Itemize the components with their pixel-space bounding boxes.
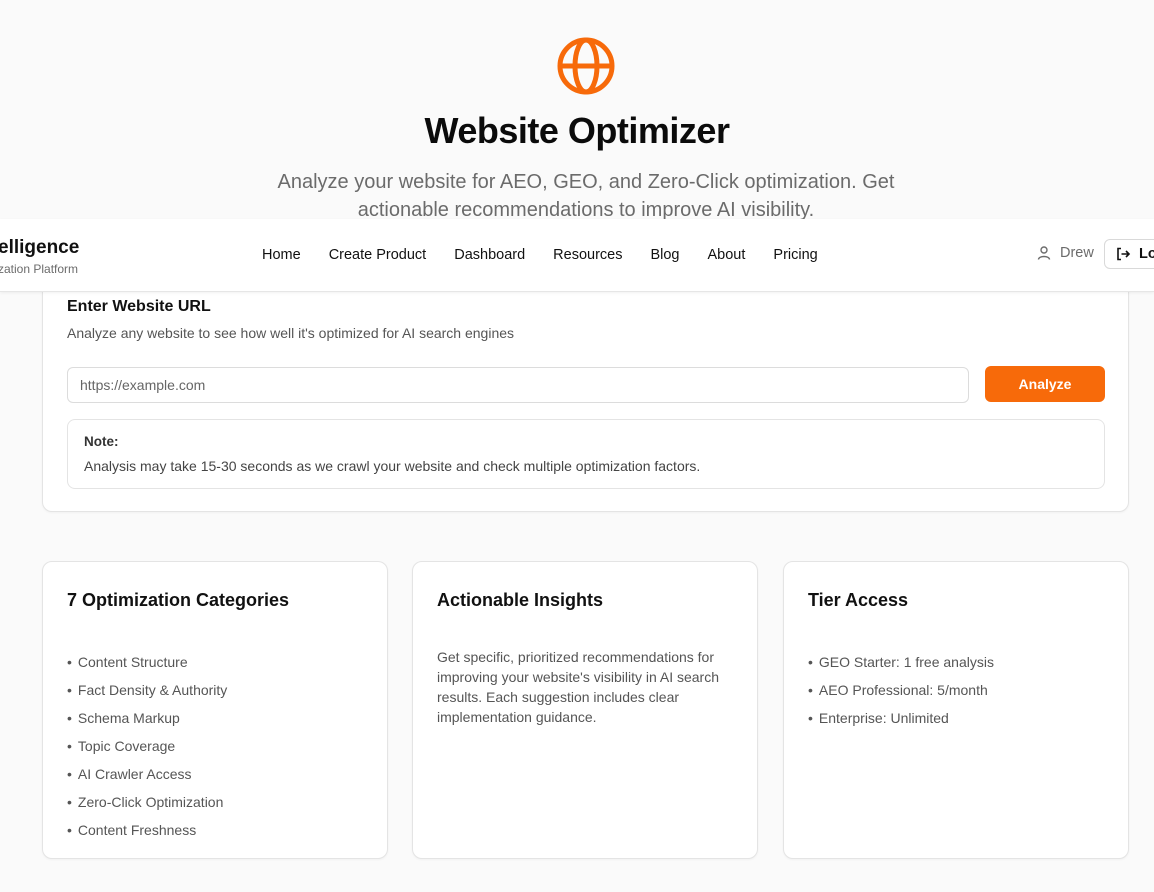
nav-link-home[interactable]: Home bbox=[262, 247, 301, 263]
note-text: Analysis may take 15-30 seconds as we cr… bbox=[84, 458, 701, 474]
categories-card: 7 Optimization Categories Content Struct… bbox=[42, 561, 388, 859]
hero-section: Website Optimizer Analyze your website f… bbox=[0, 0, 1154, 230]
brand-subtitle: zation Platform bbox=[0, 262, 79, 276]
list-item: AI Crawler Access bbox=[67, 760, 227, 788]
top-navbar: elligence zation Platform Home Create Pr… bbox=[0, 219, 1154, 292]
list-item: Fact Density & Authority bbox=[67, 676, 227, 704]
page-title: Website Optimizer bbox=[424, 110, 730, 151]
nav-link-create-product[interactable]: Create Product bbox=[329, 247, 427, 263]
list-item: Enterprise: Unlimited bbox=[808, 704, 994, 732]
nav-link-dashboard[interactable]: Dashboard bbox=[454, 247, 525, 263]
tier-access-card: Tier Access GEO Starter: 1 free analysis… bbox=[783, 561, 1129, 859]
nav-link-about[interactable]: About bbox=[708, 247, 746, 263]
insights-card-text: Get specific, prioritized recommendation… bbox=[437, 649, 720, 725]
nav-link-pricing[interactable]: Pricing bbox=[773, 247, 817, 263]
nav-link-resources[interactable]: Resources bbox=[553, 247, 622, 263]
note-title: Note: bbox=[84, 434, 119, 449]
list-item: Zero-Click Optimization bbox=[67, 788, 227, 816]
analyze-button[interactable]: Analyze bbox=[985, 366, 1105, 402]
website-url-input[interactable] bbox=[67, 367, 969, 403]
categories-list: Content Structure Fact Density & Authori… bbox=[67, 648, 227, 844]
user-name: Drew bbox=[1060, 245, 1094, 261]
brand-title[interactable]: elligence bbox=[0, 237, 79, 259]
globe-icon bbox=[557, 37, 615, 95]
list-item: Schema Markup bbox=[67, 704, 227, 732]
logout-icon bbox=[1117, 247, 1131, 261]
list-item: AEO Professional: 5/month bbox=[808, 676, 994, 704]
tier-access-card-title: Tier Access bbox=[808, 590, 909, 610]
user-icon bbox=[1037, 246, 1051, 260]
nav-link-blog[interactable]: Blog bbox=[650, 247, 679, 263]
url-card-description: Analyze any website to see how well it's… bbox=[67, 325, 515, 341]
categories-card-title: 7 Optimization Categories bbox=[67, 590, 290, 610]
logout-button[interactable]: Lo bbox=[1104, 239, 1154, 269]
insights-card: Actionable Insights Get specific, priori… bbox=[412, 561, 758, 859]
note-box: Note: Analysis may take 15-30 seconds as… bbox=[67, 419, 1105, 489]
user-menu[interactable]: Drew bbox=[1036, 245, 1094, 261]
url-card: Enter Website URL Analyze any website to… bbox=[42, 270, 1129, 512]
nav-links: Home Create Product Dashboard Resources … bbox=[262, 219, 846, 291]
url-card-title: Enter Website URL bbox=[67, 298, 211, 315]
list-item: Content Structure bbox=[67, 648, 227, 676]
list-item: Topic Coverage bbox=[67, 732, 227, 760]
list-item: Content Freshness bbox=[67, 816, 227, 844]
list-item: GEO Starter: 1 free analysis bbox=[808, 648, 994, 676]
tier-list: GEO Starter: 1 free analysis AEO Profess… bbox=[808, 648, 994, 732]
page-subtitle: Analyze your website for AEO, GEO, and Z… bbox=[277, 171, 895, 221]
insights-card-title: Actionable Insights bbox=[437, 590, 604, 610]
logout-label: Lo bbox=[1139, 246, 1154, 262]
